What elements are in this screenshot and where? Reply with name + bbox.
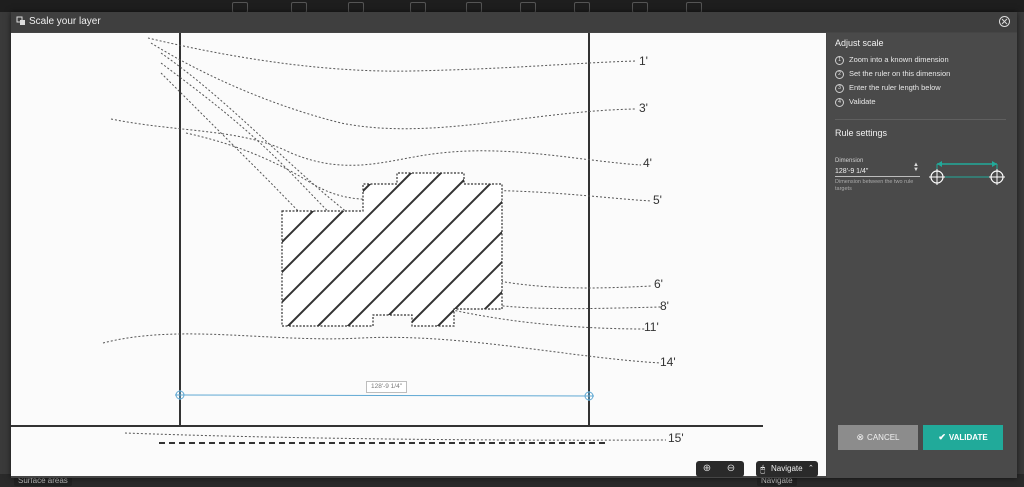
dimension-help-text: Dimension between the two rule targets [835, 179, 914, 192]
navigate-button[interactable]: 🖰 Navigate ⌃ [756, 461, 818, 477]
ruler-target-left[interactable] [175, 390, 185, 400]
cancel-icon: ⊗ [856, 432, 865, 442]
navigate-label: Navigate [771, 464, 803, 473]
scale-layer-dialog: Scale your layer 1' 3' 4' 5' 6' 8' 11' 1… [11, 12, 1017, 478]
step-label: Enter the ruler length below [849, 83, 941, 92]
ruler-diagram-icon [929, 161, 1005, 185]
building-footprint [281, 172, 503, 327]
contour-label: 5' [653, 193, 662, 207]
layer-scale-icon [16, 16, 25, 25]
site-plan-svg [11, 33, 763, 444]
contour-label: 8' [660, 299, 669, 313]
dialog-header: Scale your layer [11, 12, 1017, 32]
contour-label: 1' [639, 54, 648, 68]
zoom-out-icon[interactable]: ⊖ [723, 463, 739, 475]
contour-4 [110, 118, 642, 166]
step-item: 2 Set the ruler on this dimension [835, 69, 950, 80]
step-item: 4 Validate [835, 97, 876, 108]
panel-divider [835, 119, 1006, 120]
step-number-icon: 1 [835, 55, 844, 65]
dialog-title: Scale your layer [29, 16, 101, 27]
contour-3 [150, 42, 636, 130]
contour-label: 3' [639, 101, 648, 115]
background-toolbar [0, 0, 1024, 13]
contour-label: 4' [643, 156, 652, 170]
step-label: Set the ruler on this dimension [849, 69, 951, 78]
ruler-line [179, 394, 590, 397]
rule-settings-heading: Rule settings [835, 128, 888, 138]
step-number-icon: 2 [835, 69, 844, 79]
check-icon: ✔ [938, 432, 946, 442]
zoom-controls: ⊕ ⊖ [696, 461, 744, 477]
contour-label: 15' [668, 431, 684, 445]
validate-button[interactable]: ✔ VALIDATE [923, 425, 1003, 450]
step-item: 1 Zoom into a known dimension [835, 55, 949, 66]
scale-settings-panel: Adjust scale 1 Zoom into a known dimensio… [827, 33, 1017, 478]
contour-label: 14' [660, 355, 676, 369]
contour-label: 6' [654, 277, 663, 291]
contour-15 [124, 432, 667, 441]
step-label: Zoom into a known dimension [849, 55, 949, 64]
step-number-icon: 3 [835, 83, 844, 93]
plan-drawing[interactable]: 1' 3' 4' 5' 6' 8' 11' 14' 15' 128'-9 1/4… [11, 33, 826, 476]
contour-14 [102, 333, 662, 364]
step-item: 3 Enter the ruler length below [835, 83, 941, 94]
step-number-icon: 4 [835, 97, 844, 107]
cancel-button[interactable]: ⊗ CANCEL [838, 425, 918, 450]
ruler-target-right[interactable] [584, 391, 594, 401]
close-icon[interactable] [999, 16, 1010, 27]
contour-1 [147, 37, 636, 72]
zoom-in-icon[interactable]: ⊕ [699, 463, 715, 475]
cancel-label: CANCEL [867, 433, 900, 442]
step-label: Validate [849, 97, 876, 106]
validate-label: VALIDATE [948, 433, 988, 442]
chevron-up-icon: ⌃ [808, 465, 814, 472]
dimension-label: Dimension [835, 158, 864, 164]
adjust-scale-heading: Adjust scale [835, 38, 884, 48]
dimension-input[interactable] [835, 166, 920, 177]
mouse-icon: 🖰 [760, 464, 766, 474]
contour-label: 11' [644, 320, 659, 334]
spinner-icon[interactable]: ▲ ▼ [913, 162, 919, 173]
ruler-length-label: 128'-9 1/4" [366, 381, 408, 393]
